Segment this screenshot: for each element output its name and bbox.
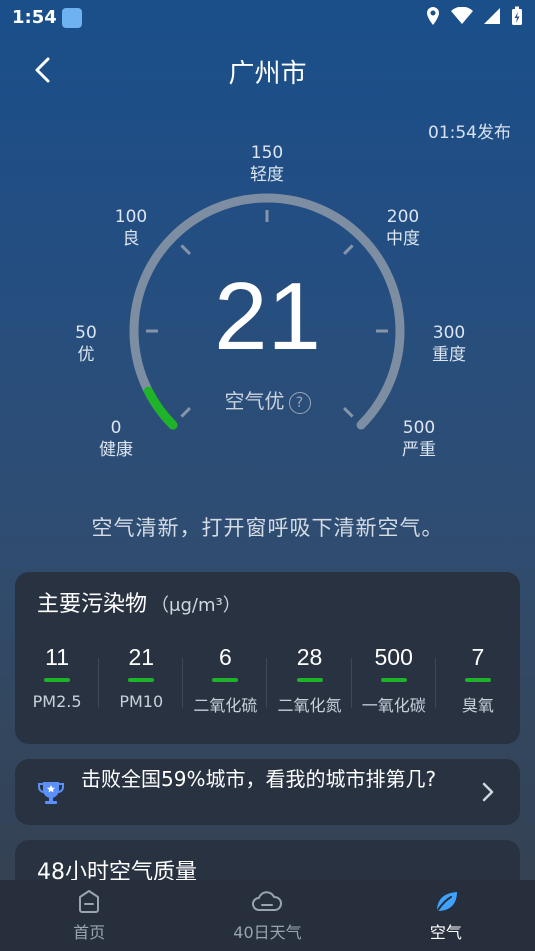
chevron-right-icon [482,782,494,802]
leaf-icon [436,892,457,911]
pollutant-name: 一氧化碳 [361,696,426,715]
gauge-tick [343,244,354,255]
pollutants-unit: （μg/m³） [151,595,241,616]
pollutant-level-bar [44,678,71,682]
help-icon[interactable]: ? [288,391,311,414]
pollutant-level-bar [464,678,491,682]
city-rank-card[interactable]: 击败全国59%城市，看我的城市排第几? [15,759,520,825]
pollutants-list: 11 PM2.5 21 PM10 6 二氧化硫 28 二氧化氮 500 一氧化碳 [15,644,520,716]
pollutant-value: 28 [296,644,323,670]
battery-icon [512,6,522,25]
pollutants-title: 主要污染物 （μg/m³） [37,592,241,617]
air-advice: 空气清新，打开窗呼吸下清新空气。 [91,516,444,540]
city-rank-text: 击败全国59%城市，看我的城市排第几? [81,767,437,791]
gauge-tick [180,244,191,255]
pollutant-value: 11 [45,644,70,670]
status-time: 1:54 [12,7,57,28]
tab-40day-weather[interactable]: 40日天气 [178,880,356,951]
pollutant-value: 500 [374,644,413,670]
gauge-label-500: 500 严重 [402,418,436,460]
pollutant-so2[interactable]: 6 二氧化硫 [183,644,268,716]
bottom-tab-bar: 首页 40日天气 空气 [0,880,535,951]
pollutants-card: 主要污染物 （μg/m³） 11 PM2.5 21 PM10 6 二氧化硫 28 … [15,572,520,744]
gauge-label-150: 150 轻度 [250,143,284,185]
tab-air[interactable]: 空气 [357,880,535,951]
status-icons [425,6,523,26]
pollutant-o3[interactable]: 7 臭氧 [436,644,520,716]
page-title: 广州市 [228,59,307,89]
pollutant-no2[interactable]: 28 二氧化氮 [267,644,352,716]
pollutant-pm10[interactable]: 21 PM10 [99,644,184,716]
gauge-label-100: 100 良 [114,207,148,249]
pollutant-name: 二氧化氮 [277,696,342,715]
home-icon [79,890,100,913]
gauge-label-200: 200 中度 [386,207,420,249]
pollutant-level-bar [128,678,155,682]
status-bar: 1:54 [0,0,535,36]
cloud-icon [252,891,283,911]
weather-app-icon [62,8,82,28]
location-icon [427,7,439,25]
aqi-status-row: 空气优? [0,385,535,414]
pollutant-pm25[interactable]: 11 PM2.5 [15,644,100,716]
gauge-label-0: 0 健康 [99,418,133,460]
pollutant-name: PM10 [119,692,164,711]
pollutant-name: 臭氧 [461,696,494,715]
trophy-icon [38,782,64,804]
pollutant-name: PM2.5 [32,692,82,711]
aqi-value: 21 [214,263,321,370]
tab-home[interactable]: 首页 [0,880,178,951]
pollutant-co[interactable]: 500 一氧化碳 [352,644,436,716]
aqi-status: 空气优 [224,389,285,413]
publish-time: 01:54发布 [428,123,511,143]
pollutant-value: 21 [128,644,155,670]
wifi-icon [451,7,473,24]
pollutant-name: 二氧化硫 [193,696,258,715]
pollutant-value: 6 [218,644,232,670]
pollutant-level-bar [380,678,407,682]
tab-label: 40日天气 [233,923,302,942]
pollutant-level-bar [212,678,239,682]
tab-label: 空气 [429,923,462,942]
pollutant-value: 7 [471,644,485,670]
signal-icon [484,8,500,24]
tab-label: 首页 [73,923,106,942]
pollutant-level-bar [296,678,323,682]
